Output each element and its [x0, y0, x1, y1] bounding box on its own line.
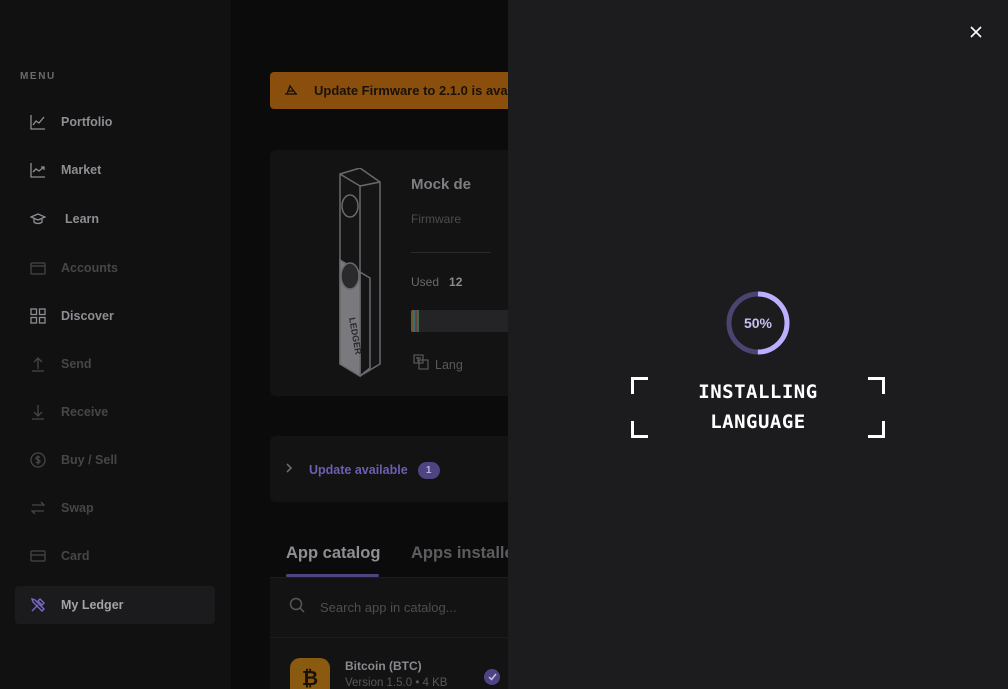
graduation-cap-icon: [30, 211, 46, 227]
sidebar-item-label: Learn: [65, 212, 100, 226]
language-selector[interactable]: Lang: [413, 354, 463, 375]
sidebar-item-label: Portfolio: [61, 115, 113, 129]
update-available-toggle[interactable]: Update available 1: [285, 461, 440, 479]
sidebar-item-discover[interactable]: Discover: [15, 297, 215, 335]
tab-app-catalog[interactable]: App catalog: [286, 544, 380, 563]
chevron-right-icon: [285, 461, 293, 479]
install-language-drawer: 50% INSTALLING LANGUAGE: [508, 0, 1008, 689]
app-search[interactable]: Search app in catalog...: [289, 597, 457, 618]
translate-icon: [413, 354, 429, 375]
sidebar-item-buy-sell[interactable]: Buy / Sell: [15, 441, 215, 479]
used-value: 12: [449, 275, 463, 289]
storage-bar: [411, 310, 508, 332]
device-card: LEDGER: [270, 150, 508, 396]
update-count-badge: 1: [417, 461, 440, 479]
app-version: Version 1.5.0 • 4 KB: [345, 677, 448, 689]
tab-apps-installed[interactable]: Apps installe: [411, 544, 508, 563]
sidebar-item-label: Send: [61, 357, 92, 371]
sidebar-item-learn[interactable]: Learn: [15, 200, 215, 238]
language-label: Lang: [435, 357, 463, 372]
firmware-label: Firmware: [411, 212, 461, 226]
sidebar-item-market[interactable]: Market: [15, 151, 215, 189]
sidebar-item-portfolio[interactable]: Portfolio: [15, 103, 215, 141]
sidebar-item-label: Accounts: [61, 261, 118, 275]
divider: [411, 252, 491, 253]
tools-icon: [30, 597, 46, 613]
sidebar-item-accounts[interactable]: Accounts: [15, 249, 215, 287]
search-input[interactable]: Search app in catalog...: [320, 600, 457, 615]
corner-bracket: [631, 377, 648, 394]
warning-icon: [284, 82, 298, 100]
close-button[interactable]: [966, 22, 986, 42]
ledger-nano-device-image: LEDGER: [339, 168, 381, 378]
sidebar-item-label: Market: [61, 163, 102, 177]
sidebar-item-send[interactable]: Send: [15, 345, 215, 383]
close-icon: [970, 26, 982, 38]
active-tab-indicator: [286, 574, 379, 577]
storage-used: Used 12: [411, 275, 462, 289]
installing-language-title: INSTALLING LANGUAGE: [698, 381, 818, 433]
divider: [270, 637, 508, 638]
wallet-icon: [30, 260, 46, 276]
sidebar-item-label: Discover: [61, 309, 114, 323]
firmware-update-banner[interactable]: Update Firmware to 2.1.0 is ava: [270, 72, 508, 109]
main-content: Update Firmware to 2.1.0 is ava LEDGER M…: [231, 0, 508, 689]
chart-line-icon: [30, 114, 46, 130]
progress-percent: 50%: [743, 315, 773, 331]
sidebar-item-my-ledger[interactable]: My Ledger: [15, 586, 215, 624]
sidebar-item-receive[interactable]: Receive: [15, 393, 215, 431]
sidebar-item-swap[interactable]: Swap: [15, 489, 215, 527]
sidebar-item-label: Card: [61, 549, 90, 563]
grid-icon: [30, 308, 46, 324]
menu-heading: MENU: [20, 71, 56, 82]
ledger-live-app: MENU Portfolio Market Learn Accounts Dis…: [0, 0, 1008, 689]
corner-bracket: [868, 377, 885, 394]
sidebar-item-label: Receive: [61, 405, 109, 419]
arrow-down-icon: [30, 404, 46, 420]
sidebar-item-label: Swap: [61, 501, 94, 515]
corner-bracket: [631, 421, 648, 438]
arrow-up-icon: [30, 356, 46, 372]
swap-arrows-icon: [30, 500, 46, 516]
app-name: Bitcoin (BTC): [345, 659, 422, 673]
installed-check-icon: [484, 669, 500, 685]
corner-bracket: [868, 421, 885, 438]
sidebar-item-label: My Ledger: [61, 598, 124, 612]
search-icon: [289, 597, 305, 618]
sidebar: MENU Portfolio Market Learn Accounts Dis…: [0, 0, 231, 689]
market-trend-icon: [30, 162, 46, 178]
sidebar-item-card[interactable]: Card: [15, 537, 215, 575]
used-label: Used: [411, 275, 440, 289]
device-name: Mock de: [411, 176, 472, 193]
banner-text: Update Firmware to 2.1.0 is ava: [314, 83, 508, 98]
credit-card-icon: [30, 548, 46, 564]
sidebar-item-label: Buy / Sell: [61, 453, 118, 467]
dollar-circle-icon: [30, 452, 46, 468]
bitcoin-app-icon: ₿: [290, 658, 330, 689]
update-available-label: Update available: [309, 463, 408, 477]
